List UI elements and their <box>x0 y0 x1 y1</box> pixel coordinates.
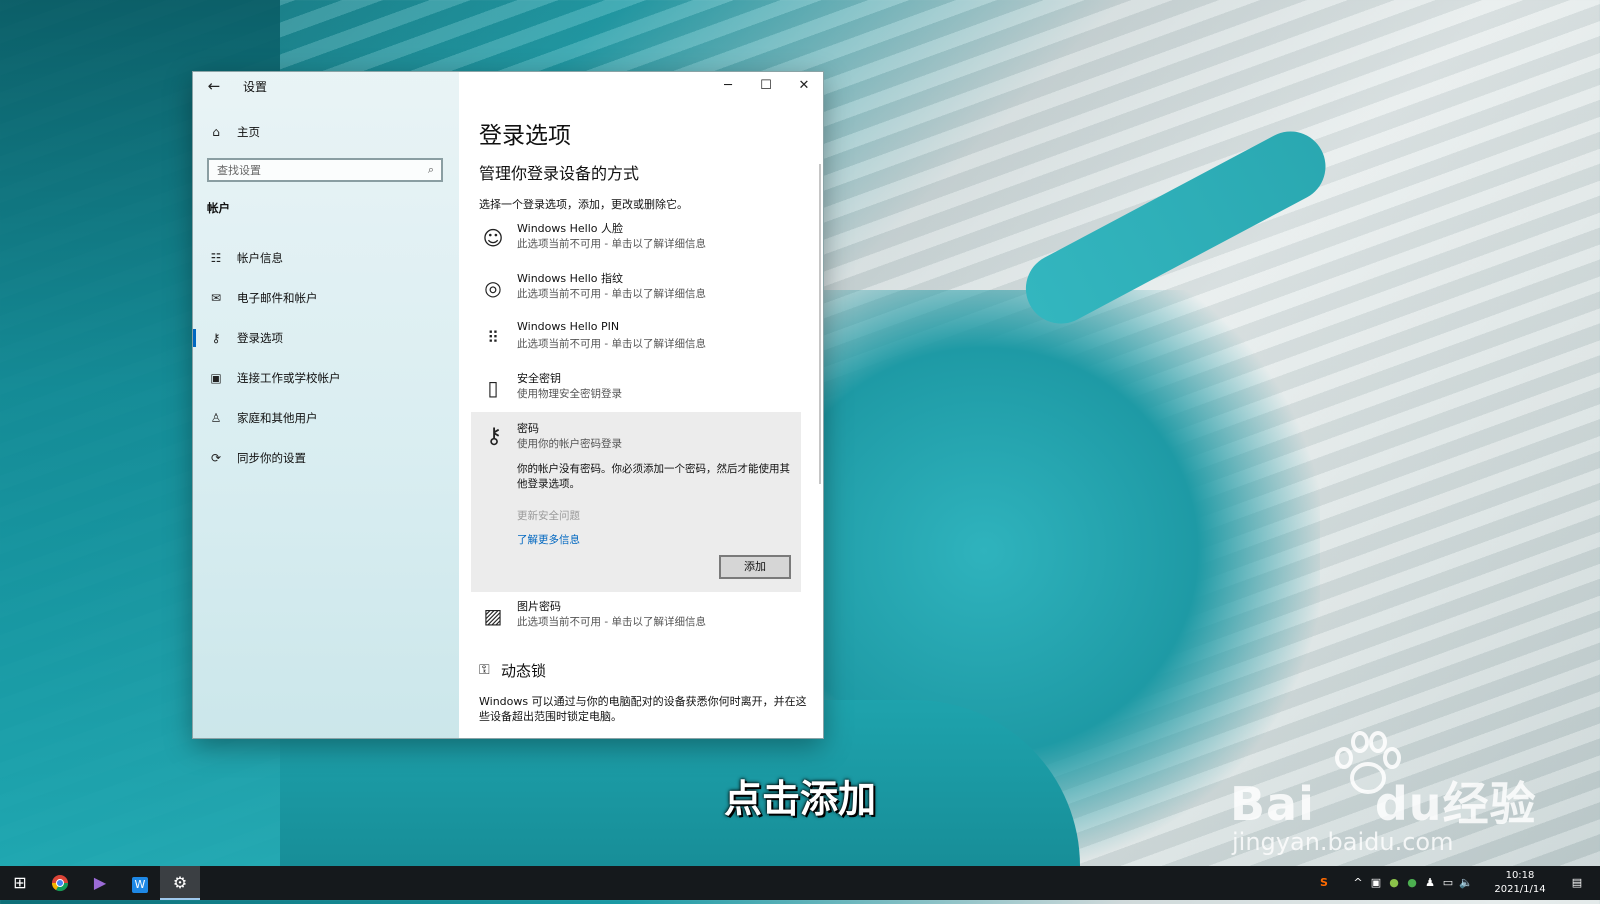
page-subtitle: 管理你登录设备的方式 <box>479 164 640 183</box>
store-icon[interactable]: W <box>120 866 160 900</box>
content-pane: ─ ☐ ✕ 登录选项 管理你登录设备的方式 选择一个登录选项，添加，更改或删除它… <box>459 72 823 738</box>
option-name: 安全密钥 <box>517 372 561 385</box>
password-option-expanded[interactable]: ⚷ 密码 使用你的帐户密码登录 你的帐户没有密码。你必须添加一个密码，然后才能使… <box>471 412 801 592</box>
close-button[interactable]: ✕ <box>785 72 823 100</box>
start-icon[interactable]: ⊞ <box>0 866 40 900</box>
search-icon[interactable]: ⌕ <box>421 163 441 177</box>
sidebar: ← 设置 ⌂ 主页 ⌕ 帐户 ☷ 帐户信息 ✉ 电子邮件和帐户 ⚷ 登录选项 ▣… <box>193 72 459 738</box>
tray-green-icon[interactable]: ● <box>1386 866 1402 900</box>
volume-icon[interactable]: 🔈 <box>1458 866 1474 900</box>
section-heading: 帐户 <box>207 201 230 215</box>
video-caption: 点击添加 <box>724 777 877 821</box>
baidu-watermark: Bai du经验 <box>1230 768 1537 834</box>
home-label: 主页 <box>237 125 260 139</box>
key-icon: ⚷ <box>211 331 221 345</box>
sidebar-item-label: 电子邮件和帐户 <box>237 291 318 305</box>
window-controls: ─ ☐ ✕ <box>709 72 823 100</box>
watermark-cn: 经验 <box>1442 777 1537 831</box>
clock-time: 10:18 <box>1505 870 1535 881</box>
watermark-brand: Bai <box>1230 777 1315 831</box>
sidebar-item-label: 登录选项 <box>237 331 283 345</box>
option-face[interactable]: ☺ Windows Hello 人脸 此选项当前不可用 - 单击以了解详细信息 <box>479 220 809 264</box>
learn-more-link[interactable]: 了解更多信息 <box>517 532 580 547</box>
network-icon[interactable]: ▭ <box>1440 866 1456 900</box>
sync-icon: ⟳ <box>210 451 222 465</box>
mail-icon: ✉ <box>210 291 222 305</box>
password-note: 你的帐户没有密码。你必须添加一个密码，然后才能使用其他登录选项。 <box>517 463 790 490</box>
scrollbar[interactable] <box>819 164 821 484</box>
sidebar-item-work-school[interactable]: ▣ 连接工作或学校帐户 <box>193 362 459 394</box>
dynamic-lock-desc: Windows 可以通过与你的电脑配对的设备获悉你何时离开，并在这些设备超出范围… <box>479 695 807 723</box>
settings-gear-icon[interactable]: ⚙ <box>160 866 200 900</box>
briefcase-icon: ▣ <box>210 371 222 385</box>
picture-icon: ▨ <box>483 604 503 628</box>
app-title: 设置 <box>243 80 268 94</box>
face-icon: ☺ <box>482 226 504 250</box>
clock-date: 2021/1/14 <box>1494 884 1546 895</box>
option-picture-password[interactable]: ▨ 图片密码 此选项当前不可用 - 单击以了解详细信息 <box>479 598 809 642</box>
taskbar-clock[interactable]: 10:18 2021/1/14 <box>1480 869 1560 897</box>
option-security-key[interactable]: ▯ 安全密钥 使用物理安全密钥登录 <box>479 370 809 414</box>
option-name: Windows Hello 人脸 <box>517 222 623 235</box>
sidebar-item-family[interactable]: ♙ 家庭和其他用户 <box>193 402 459 434</box>
person-icon: ♙ <box>210 411 222 425</box>
search-input[interactable] <box>209 162 421 178</box>
usb-key-icon: ▯ <box>487 376 499 400</box>
sidebar-item-label: 帐户信息 <box>237 251 283 265</box>
add-password-button[interactable]: 添加 <box>719 555 791 579</box>
key-icon: ⚷ <box>485 424 503 449</box>
tray-app-icon[interactable]: ▣ <box>1368 866 1384 900</box>
back-arrow-icon[interactable]: ← <box>203 76 225 96</box>
taskbar: ⊞ ▶ W ⚙ S ^ ▣ ● ● ♟ ▭ 🔈 10:18 2021/1/14 … <box>0 866 1600 900</box>
update-security-questions-link: 更新安全问题 <box>517 510 580 522</box>
option-desc: 此选项当前不可用 - 单击以了解详细信息 <box>517 338 706 350</box>
wechat-icon[interactable]: ● <box>1404 866 1420 900</box>
watermark-brand-2: du <box>1374 777 1443 831</box>
page-description: 选择一个登录选项，添加，更改或删除它。 <box>479 198 688 211</box>
maximize-button[interactable]: ☐ <box>747 72 785 100</box>
qq-icon[interactable]: ♟ <box>1422 866 1438 900</box>
sidebar-item-email[interactable]: ✉ 电子邮件和帐户 <box>193 282 459 314</box>
pin-keypad-icon: ⠿ <box>487 328 499 347</box>
chevron-up-icon[interactable]: ^ <box>1350 866 1366 900</box>
option-name: Windows Hello PIN <box>517 320 620 333</box>
dynamic-lock-title: 动态锁 <box>501 662 547 680</box>
option-name: 密码 <box>517 422 539 435</box>
option-name: 图片密码 <box>517 600 561 613</box>
media-player-icon[interactable]: ▶ <box>80 866 120 900</box>
dynamic-lock-icon: ⚿ <box>479 662 490 678</box>
page-title: 登录选项 <box>479 123 571 149</box>
option-desc: 使用你的帐户密码登录 <box>517 438 622 450</box>
sogou-input-icon[interactable]: S <box>1312 866 1336 900</box>
sidebar-item-signin-options[interactable]: ⚷ 登录选项 <box>193 322 459 354</box>
option-fingerprint[interactable]: ◎ Windows Hello 指纹 此选项当前不可用 - 单击以了解详细信息 <box>479 270 809 314</box>
user-card-icon: ☷ <box>210 251 222 265</box>
option-pin[interactable]: ⠿ Windows Hello PIN 此选项当前不可用 - 单击以了解详细信息 <box>479 320 809 364</box>
sidebar-item-label: 连接工作或学校帐户 <box>237 371 341 385</box>
option-desc: 此选项当前不可用 - 单击以了解详细信息 <box>517 616 706 628</box>
notification-icon[interactable]: ▤ <box>1562 866 1592 900</box>
chrome-icon[interactable] <box>40 866 80 900</box>
option-name: Windows Hello 指纹 <box>517 272 623 285</box>
settings-window: ← 设置 ⌂ 主页 ⌕ 帐户 ☷ 帐户信息 ✉ 电子邮件和帐户 ⚷ 登录选项 ▣… <box>193 72 823 738</box>
watermark-url: jingyan.baidu.com <box>1232 828 1454 856</box>
home-nav[interactable]: ⌂ 主页 <box>193 116 459 148</box>
home-icon: ⌂ <box>212 125 220 139</box>
fingerprint-icon: ◎ <box>484 276 502 300</box>
sidebar-item-label: 同步你的设置 <box>237 451 306 465</box>
minimize-button[interactable]: ─ <box>709 72 747 100</box>
search-box[interactable]: ⌕ <box>207 158 443 182</box>
sidebar-item-label: 家庭和其他用户 <box>237 411 318 425</box>
option-desc: 使用物理安全密钥登录 <box>517 388 622 400</box>
option-desc: 此选项当前不可用 - 单击以了解详细信息 <box>517 238 706 250</box>
sidebar-item-account-info[interactable]: ☷ 帐户信息 <box>193 242 459 274</box>
option-desc: 此选项当前不可用 - 单击以了解详细信息 <box>517 288 706 300</box>
sidebar-item-sync[interactable]: ⟳ 同步你的设置 <box>193 442 459 474</box>
